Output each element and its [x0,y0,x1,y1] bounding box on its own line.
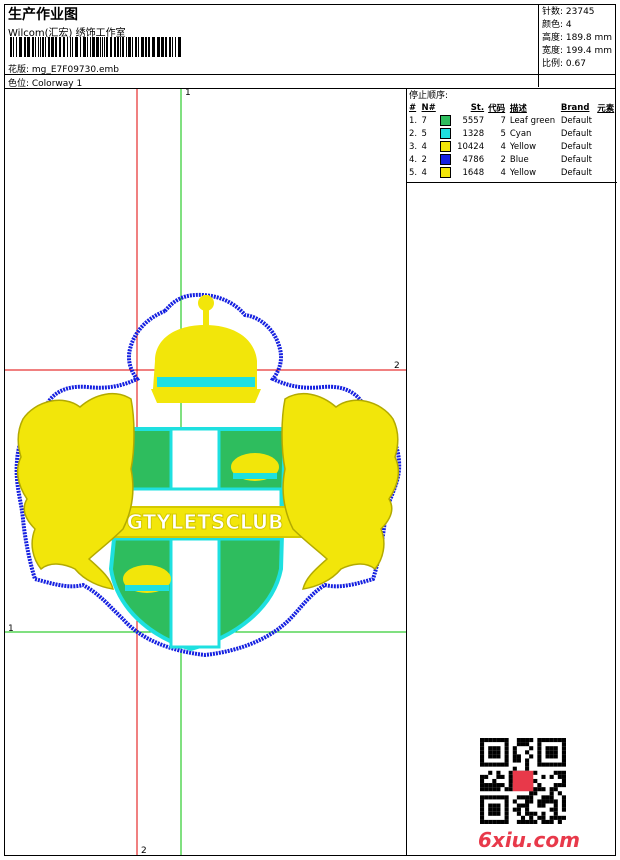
col-swatch [438,101,454,114]
element-cell [595,166,617,179]
col-code: 代码 [488,103,506,114]
stop-seq: 3. [409,141,418,152]
color-description: Blue [509,154,529,165]
swatch-box [440,154,452,165]
thread-brand: Default [560,141,592,152]
design-stats: 针数: 23745 颜色: 4 高度: 189.8 mm 宽度: 199.4 m… [538,4,616,87]
swatch-box [440,115,452,126]
color-code: 5 [500,128,506,139]
color-swatch [438,114,454,127]
color-swatch [438,166,454,179]
color-code: 7 [500,115,506,126]
color-count: 颜色: 4 [542,20,572,30]
needle-number: 4 [421,167,427,178]
element-cell [595,153,617,166]
col-needle: N# [421,102,436,113]
guide-label-red-right: 2 [394,361,400,371]
stop-sequence-table: # N# St. 代码 描述 Brand 元素 1. 7 5557 7 Leaf gre… [407,101,617,179]
header-divider [4,74,616,75]
needle-number: 4 [421,141,427,152]
color-swatch [438,140,454,153]
qr-center-logo [512,770,534,792]
right-lion [281,392,400,590]
table-row: 1. 7 5557 7 Leaf green Default [407,114,617,127]
element-cell [595,114,617,127]
needle-number: 5 [421,128,427,139]
stitch-count: 针数: 23745 [542,7,595,17]
qr-code [480,738,566,824]
color-description: Yellow [509,141,537,152]
stitch-count-cell: 1328 [462,128,485,139]
design-height: 高度: 189.8 mm [542,33,613,43]
club-banner-text: GTYLETSCLUB [127,510,284,534]
color-code: 2 [500,154,506,165]
col-seq: # [409,102,417,113]
color-description: Leaf green [509,115,556,126]
color-description: Yellow [509,167,537,178]
swatch-box [440,128,452,139]
small-crown-right [231,453,279,481]
thread-brand: Default [560,154,592,165]
stop-seq: 1. [409,115,418,126]
swatch-box [440,141,452,152]
color-description: Cyan [509,128,532,139]
barcode [10,37,181,57]
table-row: 3. 4 10424 4 Yellow Default [407,140,617,153]
element-cell [595,140,617,153]
guide-label-red-bottom: 2 [141,846,147,856]
color-code: 4 [500,141,506,152]
table-row: 4. 2 4786 2 Blue Default [407,153,617,166]
element-cell [595,127,617,140]
stitch-count-cell: 1648 [462,167,485,178]
col-brand: Brand [560,102,590,113]
stop-table-divider [407,182,617,183]
design-width: 宽度: 199.4 mm [542,46,613,56]
stop-seq: 4. [409,154,418,165]
table-header-row: # N# St. 代码 描述 Brand 元素 [407,101,617,114]
stitch-count-cell: 5557 [462,115,485,126]
table-row: 2. 5 1328 5 Cyan Default [407,127,617,140]
guide-label-green-top: 1 [185,88,191,98]
swatch-box [440,167,452,178]
color-code: 4 [500,167,506,178]
design-scale: 比例: 0.67 [542,59,586,69]
col-element: 元素 [597,103,615,114]
thread-brand: Default [560,115,592,126]
guide-label-green-left: 1 [8,624,14,634]
color-swatch [438,153,454,166]
col-description: 描述 [509,103,527,114]
top-crown [151,295,261,403]
panel-divider [406,88,407,856]
table-row: 5. 4 1648 4 Yellow Default [407,166,617,179]
needle-number: 2 [421,154,427,165]
small-crown-left [123,565,171,593]
sheet-title: 生产作业图 [8,7,78,23]
embroidery-preview: GTYLETSCLUB [5,89,406,855]
needle-number: 7 [421,115,427,126]
col-stitches: St. [470,102,485,113]
stitch-count-cell: 4786 [462,154,485,165]
stop-seq: 2. [409,128,418,139]
site-watermark: 6xiu.com [478,828,580,852]
color-swatch [438,127,454,140]
stop-sequence-title: 停止顺序: [409,91,449,101]
stitch-count-cell: 10424 [457,141,485,152]
thread-brand: Default [560,167,592,178]
stop-seq: 5. [409,167,418,178]
thread-brand: Default [560,128,592,139]
